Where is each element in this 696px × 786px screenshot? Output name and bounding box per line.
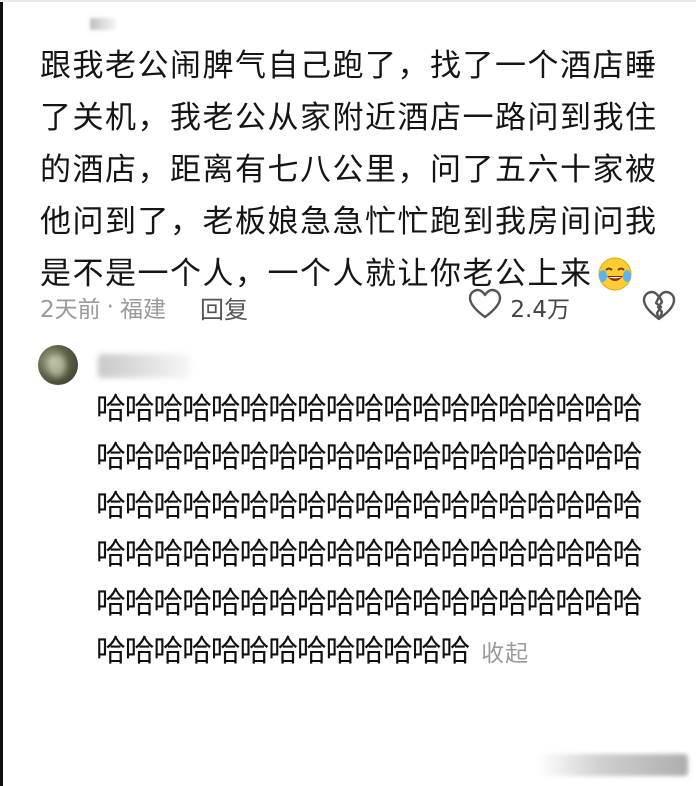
reply-text: 哈哈哈哈哈哈哈哈哈哈哈哈哈哈哈哈哈哈哈哈哈哈哈哈哈哈哈哈哈哈哈哈哈哈哈哈哈哈哈哈… xyxy=(96,392,643,670)
avatar-photo xyxy=(48,355,66,377)
top-divider xyxy=(0,0,696,2)
broken-heart-icon[interactable] xyxy=(642,290,676,324)
comment-location: 福建 xyxy=(119,297,166,323)
like-button[interactable]: 2.4万 xyxy=(468,286,570,328)
reply-body: 哈哈哈哈哈哈哈哈哈哈哈哈哈哈哈哈哈哈哈哈哈哈哈哈哈哈哈哈哈哈哈哈哈哈哈哈哈哈哈哈… xyxy=(96,386,656,678)
blurred-reply-username xyxy=(98,354,190,378)
watermark xyxy=(538,754,688,776)
comment-meta: 2天前 · 福建 回复 2.4万 xyxy=(40,286,680,328)
like-count: 2.4万 xyxy=(510,297,570,323)
screen-edge xyxy=(0,0,3,786)
comment-time: 2天前 xyxy=(40,297,101,323)
collapse-button[interactable]: 收起 xyxy=(481,641,529,667)
avatar[interactable] xyxy=(38,345,78,385)
blurred-username xyxy=(90,18,116,30)
meta-separator: · xyxy=(106,294,114,320)
heart-outline-icon xyxy=(468,288,502,326)
comment-text: 跟我老公闹脾气自己跑了，找了一个酒店睡了关机，我老公从家附近酒店一路问到我住的酒… xyxy=(40,48,658,292)
comment-body: 跟我老公闹脾气自己跑了，找了一个酒店睡了关机，我老公从家附近酒店一路问到我住的酒… xyxy=(40,40,680,308)
reply-button[interactable]: 回复 xyxy=(200,290,248,325)
